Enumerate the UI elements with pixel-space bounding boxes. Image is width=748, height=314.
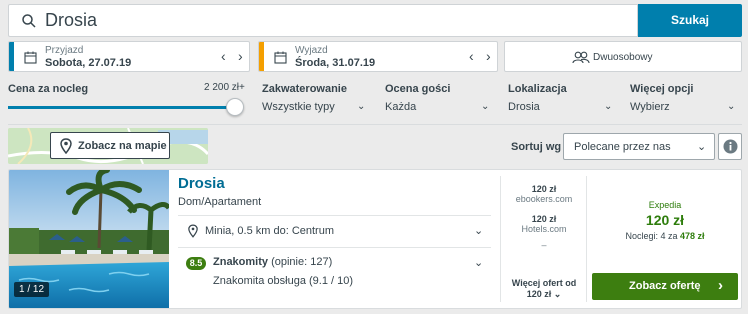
photo-counter: 1 / 12 xyxy=(14,282,50,297)
chevron-down-icon: ⌄ xyxy=(727,101,736,112)
chevron-down-icon: ⌄ xyxy=(357,101,366,112)
price-filter-label: Cena za nocleg xyxy=(8,83,89,95)
offer-site: Hotels.com xyxy=(521,224,567,234)
checkin-date[interactable]: Przyjazd Sobota, 27.07.19 ‹ › xyxy=(8,41,250,72)
checkout-value: Środa, 31.07.19 xyxy=(295,57,376,69)
map-pin-icon xyxy=(60,138,72,154)
checkin-label: Przyjazd xyxy=(45,45,84,56)
sort-select[interactable]: Polecane przez nas ⌄ xyxy=(563,133,715,160)
divider xyxy=(178,247,491,248)
map-pin-icon xyxy=(188,224,198,238)
search-button[interactable]: Szukaj xyxy=(638,4,742,37)
info-icon xyxy=(723,139,738,154)
rating-text: Znakomity (opinie: 127) xyxy=(213,256,332,268)
filter-label: Zakwaterowanie xyxy=(262,83,347,95)
next-day-icon[interactable]: › xyxy=(238,48,243,64)
offer-item[interactable]: 120 zł Hotels.com xyxy=(501,214,587,234)
next-day-icon[interactable]: › xyxy=(486,48,491,64)
checkout-date[interactable]: Wyjazd Środa, 31.07.19 ‹ › xyxy=(258,41,498,72)
guests-icon xyxy=(572,51,590,64)
chevron-down-icon: ⌄ xyxy=(474,225,484,237)
show-on-map-button[interactable]: Zobacz na mapie xyxy=(50,132,170,159)
info-button[interactable] xyxy=(718,133,742,160)
offer-item[interactable]: 120 zł ebookers.com xyxy=(501,184,587,204)
show-on-map-label: Zobacz na mapie xyxy=(78,140,167,152)
calendar-icon xyxy=(24,51,37,64)
room-selector[interactable]: Dwuosobowy xyxy=(504,41,742,72)
filter-value: Drosia xyxy=(508,101,540,113)
search-input[interactable]: Drosia xyxy=(8,4,638,37)
checkin-value: Sobota, 27.07.19 xyxy=(45,57,132,69)
offer-site: ebookers.com xyxy=(515,194,573,204)
checkout-accent xyxy=(259,42,264,71)
hotel-location: Minia, 0.5 km do: Centrum xyxy=(205,225,334,237)
deal-price[interactable]: 120 zł xyxy=(587,212,741,228)
hotel-type: Dom/Apartament xyxy=(178,196,262,208)
rating-label: Znakomity xyxy=(213,256,269,268)
offer-placeholder: – xyxy=(541,240,547,250)
price-slider-track[interactable] xyxy=(8,106,236,109)
chevron-right-icon: › xyxy=(718,277,723,294)
review-count: (opinie: 127) xyxy=(271,256,333,268)
checkin-accent xyxy=(9,42,14,71)
offer-price: 120 zł xyxy=(531,214,557,224)
filter-label: Ocena gości xyxy=(385,83,451,95)
filter-value: Wszystkie typy xyxy=(262,101,335,113)
calendar-icon xyxy=(274,51,287,64)
chevron-down-icon: ⌄ xyxy=(553,289,562,299)
view-deal-button[interactable]: Zobacz ofertę › xyxy=(592,273,738,300)
prev-day-icon[interactable]: ‹ xyxy=(221,48,226,64)
divider xyxy=(8,124,742,125)
sort-value: Polecane przez nas xyxy=(574,141,671,153)
more-offers-button[interactable]: Więcej ofert od 120 zł ⌄ xyxy=(501,278,587,300)
search-query: Drosia xyxy=(45,10,98,30)
more-offers-price: 120 zł xyxy=(526,289,552,299)
deal-total: 478 zł xyxy=(680,231,705,241)
prev-day-icon[interactable]: ‹ xyxy=(469,48,474,64)
deal-nights: Noclegi: 4 za 478 zł xyxy=(587,231,741,241)
search-icon xyxy=(22,14,36,28)
room-label: Dwuosobowy xyxy=(593,52,653,63)
price-slider-handle[interactable] xyxy=(226,98,244,116)
hotel-photo[interactable]: 1 / 12 xyxy=(9,170,169,308)
chevron-down-icon: ⌄ xyxy=(474,257,484,269)
deal-site[interactable]: Expedia xyxy=(587,200,741,210)
filter-value: Każda xyxy=(385,101,417,113)
service-rating: Znakomita obsługa (9.1 / 10) xyxy=(213,275,354,287)
hotel-card: 1 / 12 Drosia Dom/Apartament Minia, 0.5 … xyxy=(8,169,742,309)
view-deal-label: Zobacz ofertę xyxy=(629,280,701,292)
hotel-name[interactable]: Drosia xyxy=(178,175,225,192)
more-offers-label: Więcej ofert od xyxy=(511,278,577,288)
chevron-down-icon: ⌄ xyxy=(697,141,707,153)
sort-label: Sortuj wg xyxy=(511,141,562,153)
checkout-label: Wyjazd xyxy=(295,45,328,56)
chevron-down-icon: ⌄ xyxy=(604,101,613,112)
price-filter-value: 2 200 zł+ xyxy=(204,82,245,93)
filter-value: Wybierz xyxy=(630,101,670,113)
deal-nights-prefix: Noclegi: 4 za xyxy=(625,231,678,241)
filter-label: Więcej opcji xyxy=(630,83,694,95)
filter-label: Lokalizacja xyxy=(508,83,567,95)
rating-badge: 8.5 xyxy=(186,257,206,270)
offer-price: 120 zł xyxy=(531,184,557,194)
chevron-down-icon: ⌄ xyxy=(481,101,490,112)
divider xyxy=(178,215,491,216)
